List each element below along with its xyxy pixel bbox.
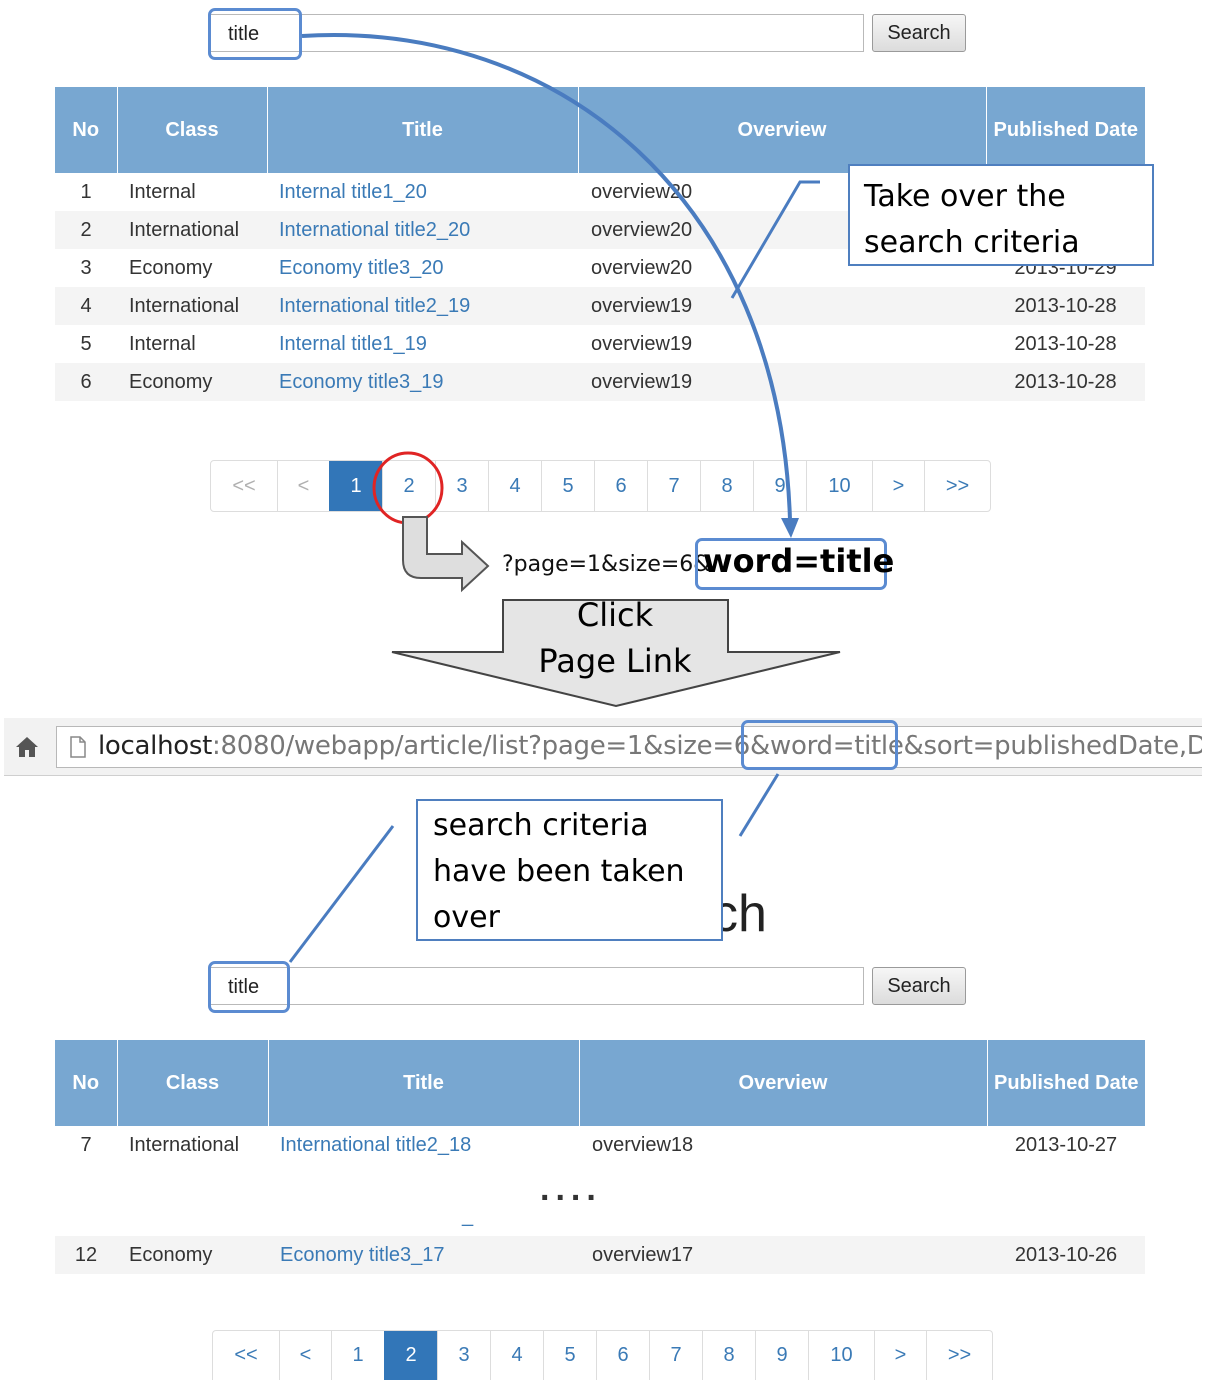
cell-no: 12	[55, 1236, 117, 1274]
bottom-search-input[interactable]: title	[210, 967, 864, 1005]
taken-pointer-left	[288, 825, 395, 963]
page-2[interactable]: 2	[384, 1331, 437, 1380]
taken-pointer-right	[738, 773, 780, 837]
page-last[interactable]: >>	[926, 1331, 992, 1380]
cell-title-link[interactable]: Economy title3_17	[268, 1236, 579, 1274]
page-3[interactable]: 3	[437, 1331, 490, 1380]
page-7[interactable]: 7	[649, 1331, 702, 1380]
taken-over-callout: search criteria have been taken over	[416, 799, 723, 941]
rows-ellipsis: ....	[540, 1170, 602, 1208]
taken-line2: have been taken	[433, 854, 685, 889]
bottom-search-highlight	[208, 961, 290, 1013]
click-label-line2: Page Link	[538, 642, 692, 680]
bottom-search-button[interactable]: Search	[872, 967, 966, 1005]
home-icon[interactable]	[14, 734, 40, 760]
take-over-callout: Take over the search criteria	[848, 164, 1154, 266]
header-published-date: Published Date	[986, 1040, 1145, 1126]
header-no: No	[55, 1040, 117, 1126]
header-class: Class	[116, 1040, 268, 1126]
bent-arrow-icon	[402, 516, 490, 593]
stray-dash: _	[462, 1205, 474, 1227]
table-header-row: No Class Title Overview Published Date	[55, 1040, 1145, 1126]
page-first[interactable]: <<	[213, 1331, 279, 1380]
page-9[interactable]: 9	[755, 1331, 808, 1380]
curved-arrow-head	[781, 518, 799, 538]
page-8[interactable]: 8	[702, 1331, 755, 1380]
url-text: localhost:8080/webapp/article/list?page=…	[98, 731, 1202, 761]
page-10[interactable]: 10	[808, 1331, 874, 1380]
page-next[interactable]: >	[874, 1331, 926, 1380]
cell-overview: overview17	[579, 1236, 987, 1274]
page-5[interactable]: 5	[543, 1331, 596, 1380]
header-title: Title	[267, 1040, 579, 1126]
take-over-line1: Take over the	[864, 179, 1066, 214]
query-string-prefix: ?page=1&size=6&	[502, 552, 711, 577]
bottom-article-table: No Class Title Overview Published Date 7…	[55, 1040, 1145, 1164]
page-prev[interactable]: <	[279, 1331, 331, 1380]
url-path: :8080/webapp/article/list?page=1&size=6&…	[212, 731, 1202, 761]
page-2-red-circle	[372, 451, 444, 525]
curved-arrow-icon	[301, 33, 792, 521]
header-overview: Overview	[578, 1040, 987, 1126]
cell-title-link[interactable]: International title2_18	[268, 1126, 579, 1164]
cell-date: 2013-10-26	[987, 1236, 1145, 1274]
page-1[interactable]: 1	[331, 1331, 384, 1380]
taken-line1: search criteria	[433, 808, 649, 843]
cell-class: Economy	[117, 1236, 268, 1274]
cell-date: 2013-10-27	[987, 1126, 1145, 1164]
bottom-article-table-last-row: 12 Economy Economy title3_17 overview17 …	[55, 1236, 1145, 1274]
url-host: localhost	[98, 731, 213, 761]
taken-line3: over	[433, 900, 500, 935]
click-label-line1: Click	[576, 596, 654, 634]
callout-pointer-line	[730, 180, 820, 299]
page-4[interactable]: 4	[490, 1331, 543, 1380]
cell-class: International	[117, 1126, 268, 1164]
query-string-word: word=title	[703, 542, 895, 580]
cell-no: 7	[55, 1126, 117, 1164]
table-row: 12 Economy Economy title3_17 overview17 …	[55, 1236, 1145, 1274]
table-row: 7 International International title2_18 …	[55, 1126, 1145, 1164]
take-over-line2: search criteria	[864, 225, 1080, 260]
bottom-pagination: << < 1 2 3 4 5 6 7 8 9 10 > >>	[212, 1330, 993, 1380]
page-6[interactable]: 6	[596, 1331, 649, 1380]
cell-overview: overview18	[579, 1126, 987, 1164]
page-icon	[70, 736, 86, 758]
